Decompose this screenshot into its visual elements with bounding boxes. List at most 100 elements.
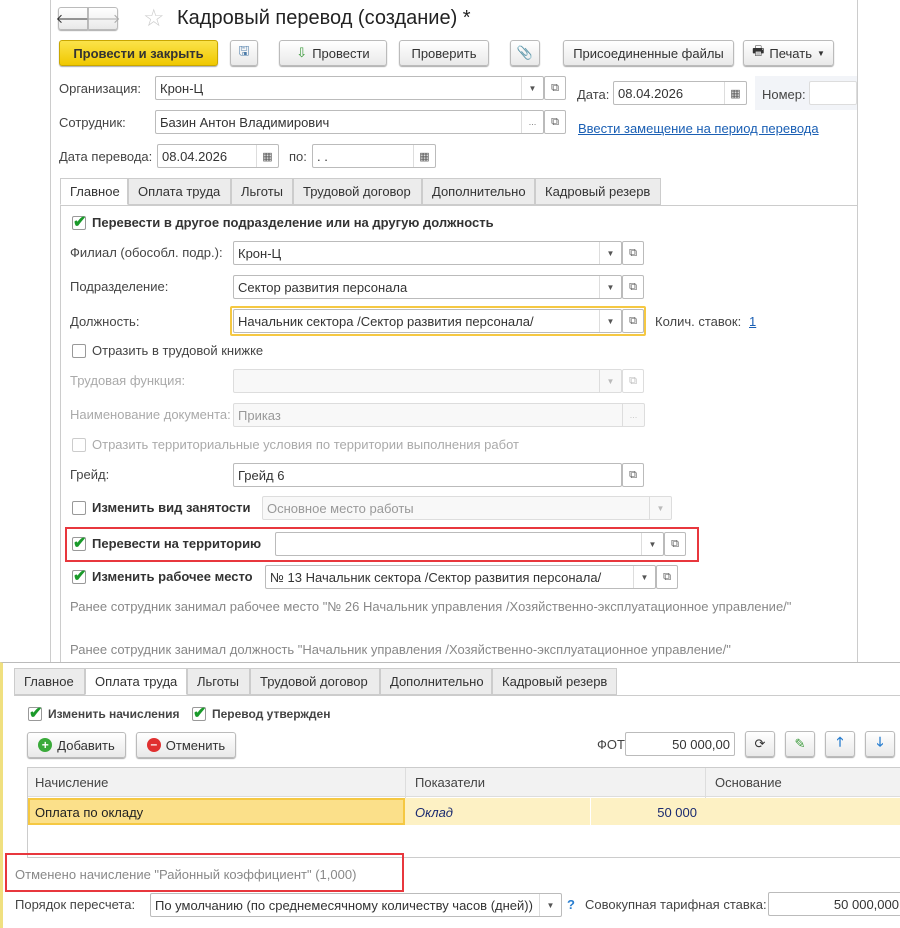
star-icon[interactable]: ☆	[143, 4, 165, 33]
forward-button[interactable]: 🡒	[86, 7, 120, 30]
cancel-accrual-button[interactable]: – Отменить	[136, 732, 236, 758]
dropdown-icon[interactable]: ▼	[633, 566, 655, 588]
cancelled-note: Отменено начисление "Районный коэффициен…	[15, 867, 357, 882]
territory-checkbox[interactable]	[72, 533, 86, 553]
post-button[interactable]: ⇩ Провести	[279, 40, 387, 66]
employment-field[interactable]: Основное место работы ▼	[262, 496, 672, 520]
tab-contract[interactable]: Трудовой договор	[250, 668, 380, 695]
tab-main[interactable]: Главное	[14, 668, 85, 695]
printer-icon: 🖶	[752, 43, 765, 58]
tab-reserve[interactable]: Кадровый резерв	[492, 668, 617, 695]
open-icon[interactable]: ⧉	[622, 369, 644, 393]
workbook-checkbox[interactable]	[72, 344, 86, 358]
territorial-checkbox[interactable]	[72, 438, 86, 452]
post-and-close-button[interactable]: Провести и закрыть	[59, 40, 218, 66]
tab-contract[interactable]: Трудовой договор	[293, 178, 422, 205]
branch-field[interactable]: Крон-Ц ▼	[233, 241, 622, 265]
workplace-checkbox[interactable]	[72, 566, 86, 586]
dropdown-icon[interactable]: ▼	[599, 310, 621, 332]
calendar-icon[interactable]: ▦	[256, 145, 278, 167]
tab-bar-line	[60, 205, 857, 206]
move-down-button[interactable]: 🡓	[865, 731, 895, 757]
select-icon[interactable]: …	[521, 111, 543, 133]
tab-pay[interactable]: Оплата труда	[128, 178, 231, 205]
dropdown-icon[interactable]: ▼	[521, 77, 543, 99]
employee-field[interactable]: Базин Антон Владимирович…	[155, 110, 544, 134]
refresh-button[interactable]: ⟳	[745, 731, 775, 757]
print-button[interactable]: 🖶 Печать ▼	[743, 40, 834, 66]
prev-position-text: Ранее сотрудник занимал должность "Начал…	[70, 642, 731, 657]
rate-field[interactable]: 50 000,000	[768, 892, 900, 916]
attached-files-button[interactable]: Присоединенные файлы	[563, 40, 734, 66]
dropdown-icon[interactable]: ▼	[539, 894, 561, 916]
open-icon[interactable]: ⧉	[622, 275, 644, 299]
transfer-date-label: Дата перевода:	[59, 149, 153, 164]
help-icon[interactable]: ?	[567, 897, 575, 912]
transfer-date-field[interactable]: 08.04.2026 ▦	[157, 144, 279, 168]
workplace-field[interactable]: № 13 Начальник сектора /Сектор развития …	[265, 565, 656, 589]
attach-button[interactable]: 📎	[510, 40, 540, 66]
dropdown-icon[interactable]: ▼	[599, 242, 621, 264]
org-field[interactable]: Крон-Ц ▼	[155, 76, 544, 100]
number-field[interactable]	[809, 81, 857, 105]
column-header-accrual[interactable]: Начисление	[35, 775, 108, 790]
dropdown-icon[interactable]: ▼	[599, 276, 621, 298]
tab-pay[interactable]: Оплата труда	[85, 668, 187, 695]
arrow-up-icon: 🡑	[836, 734, 844, 749]
column-header-indicators[interactable]: Показатели	[415, 775, 485, 790]
recalc-field[interactable]: По умолчанию (по среднемесячному количес…	[150, 893, 562, 917]
edit-button[interactable]: ✎	[785, 731, 815, 757]
check-button[interactable]: Проверить	[399, 40, 489, 66]
position-field[interactable]: Начальник сектора /Сектор развития персо…	[233, 309, 622, 333]
workplace-label: Изменить рабочее место	[92, 569, 253, 584]
doc-name-field[interactable]: Приказ…	[233, 403, 645, 427]
open-icon[interactable]: ⧉	[622, 463, 644, 487]
employment-checkbox[interactable]	[72, 501, 86, 515]
calendar-icon[interactable]: ▦	[413, 145, 435, 167]
tab-main[interactable]: Главное	[60, 178, 128, 205]
floppy-icon: 🖫	[238, 43, 250, 58]
dropdown-icon[interactable]: ▼	[649, 497, 671, 519]
open-icon[interactable]: ⧉	[544, 110, 566, 134]
open-icon[interactable]: ⧉	[656, 565, 678, 589]
select-icon[interactable]: …	[622, 404, 644, 426]
dropdown-icon[interactable]: ▼	[641, 533, 663, 555]
territory-field[interactable]: ▼	[275, 532, 664, 556]
tab-additional[interactable]: Дополнительно	[380, 668, 492, 695]
column-header-basis[interactable]: Основание	[715, 775, 782, 790]
labor-func-label: Трудовая функция:	[70, 373, 186, 388]
labor-func-field[interactable]: ▼	[233, 369, 622, 393]
open-icon[interactable]: ⧉	[622, 309, 644, 333]
tab-benefits[interactable]: Льготы	[187, 668, 250, 695]
open-icon[interactable]: ⧉	[664, 532, 686, 556]
pencil-icon: ✎	[794, 736, 806, 751]
tab-reserve[interactable]: Кадровый резерв	[535, 178, 661, 205]
tab-benefits[interactable]: Льготы	[231, 178, 293, 205]
calendar-icon[interactable]: ▦	[724, 82, 746, 104]
grade-label: Грейд:	[70, 467, 110, 482]
tab-additional[interactable]: Дополнительно	[422, 178, 535, 205]
change-accruals-label: Изменить начисления	[48, 707, 180, 721]
back-button[interactable]: 🡐	[56, 7, 90, 30]
number-label: Номер:	[762, 87, 806, 102]
add-button[interactable]: + Добавить	[27, 732, 126, 758]
branch-label: Филиал (обособл. подр.):	[70, 245, 223, 260]
grade-field[interactable]: Грейд 6	[233, 463, 622, 487]
fot-field[interactable]: 50 000,00	[625, 732, 735, 756]
approved-checkbox[interactable]	[192, 703, 206, 723]
dept-field[interactable]: Сектор развития персонала ▼	[233, 275, 622, 299]
org-label: Организация:	[59, 81, 142, 96]
change-accruals-checkbox[interactable]	[28, 703, 42, 723]
rates-link[interactable]: 1	[749, 314, 756, 329]
save-button[interactable]: 🖫	[230, 40, 258, 66]
dropdown-icon[interactable]: ▼	[599, 370, 621, 392]
date-field[interactable]: 08.04.2026 ▦	[613, 81, 747, 105]
move-up-button[interactable]: 🡑	[825, 731, 855, 757]
open-icon[interactable]: ⧉	[622, 241, 644, 265]
to-label: по:	[289, 149, 307, 164]
open-icon[interactable]: ⧉	[544, 76, 566, 100]
replacement-link[interactable]: Ввести замещение на период перевода	[578, 121, 819, 136]
to-date-field[interactable]: . . ▦	[312, 144, 436, 168]
plus-circle-icon: +	[38, 738, 53, 752]
transfer-checkbox[interactable]	[72, 212, 86, 232]
